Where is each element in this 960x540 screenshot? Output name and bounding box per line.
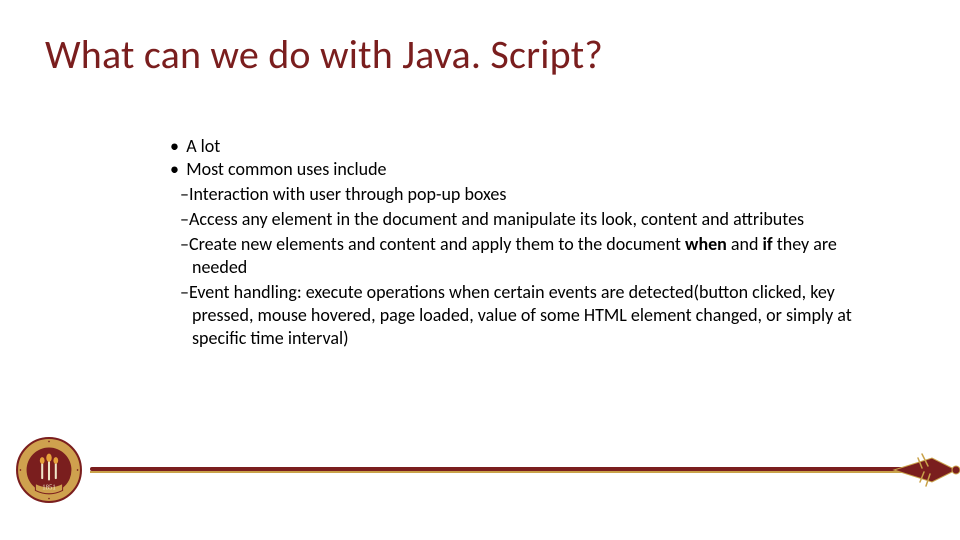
bullet-level2: –Create new elements and content and app… <box>170 233 860 279</box>
bullet-text-bold: if <box>763 233 773 255</box>
bullet-text: Interaction with user through pop-up box… <box>189 183 506 205</box>
bullet-text: Create new elements and content and appl… <box>189 233 685 255</box>
slide-body: •A lot •Most common uses include –Intera… <box>170 135 860 350</box>
bullet-text: Access any element in the document and m… <box>189 208 804 230</box>
seal-year: 1851 <box>42 485 56 492</box>
bullet-text: Most common uses include <box>186 158 386 180</box>
bullet-text: Event handling: execute operations when … <box>189 281 852 349</box>
bullet-level2: –Access any element in the document and … <box>170 208 860 231</box>
bullet-level2: –Event handling: execute operations when… <box>170 281 860 350</box>
bullet-text-bold: when <box>685 233 727 255</box>
footer-divider-accent <box>90 471 945 473</box>
bullet-level2: –Interaction with user through pop-up bo… <box>170 183 860 206</box>
bullet-level1: •A lot <box>170 135 860 158</box>
bullet-dot-icon: • <box>170 135 186 158</box>
bullet-text: and <box>727 233 763 255</box>
slide: What can we do with Java. Script? •A lot… <box>0 0 960 540</box>
slide-title: What can we do with Java. Script? <box>45 30 603 79</box>
bullet-level1: •Most common uses include <box>170 158 860 181</box>
university-seal-icon: 1851 <box>15 436 83 504</box>
bullet-dot-icon: • <box>170 158 186 181</box>
spear-icon <box>892 448 960 492</box>
bullet-text: A lot <box>186 135 220 157</box>
